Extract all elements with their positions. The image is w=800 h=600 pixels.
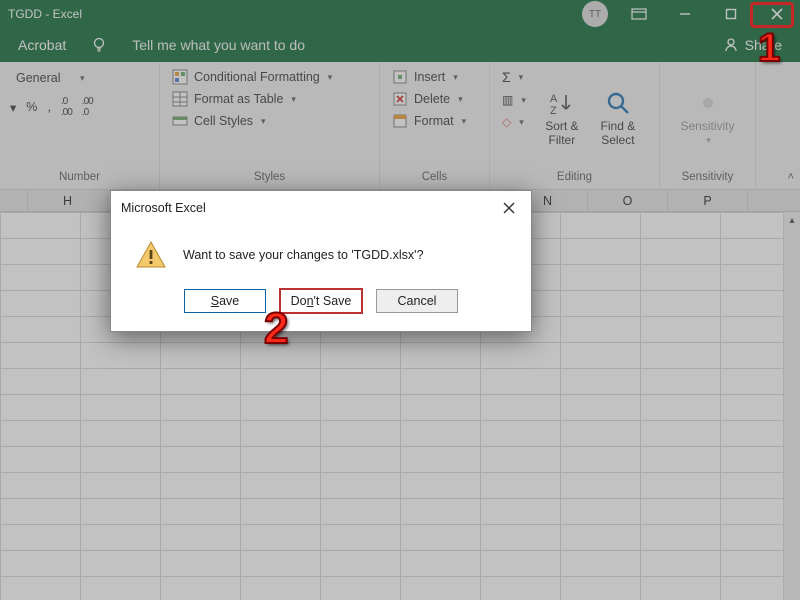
save-button[interactable]: Save [184, 289, 266, 313]
cancel-button[interactable]: Cancel [376, 289, 458, 313]
dialog-title: Microsoft Excel [121, 201, 206, 215]
annotation-number-1: 1 [758, 26, 780, 71]
warning-icon [135, 239, 167, 271]
annotation-box-close [750, 2, 794, 28]
dialog-message: Want to save your changes to 'TGDD.xlsx'… [183, 248, 424, 262]
save-changes-dialog: Microsoft Excel Want to save your change… [110, 190, 532, 332]
annotation-number-2: 2 [264, 304, 288, 354]
dialog-close-button[interactable] [495, 197, 523, 219]
dont-save-button[interactable]: Don't Save [280, 289, 362, 313]
